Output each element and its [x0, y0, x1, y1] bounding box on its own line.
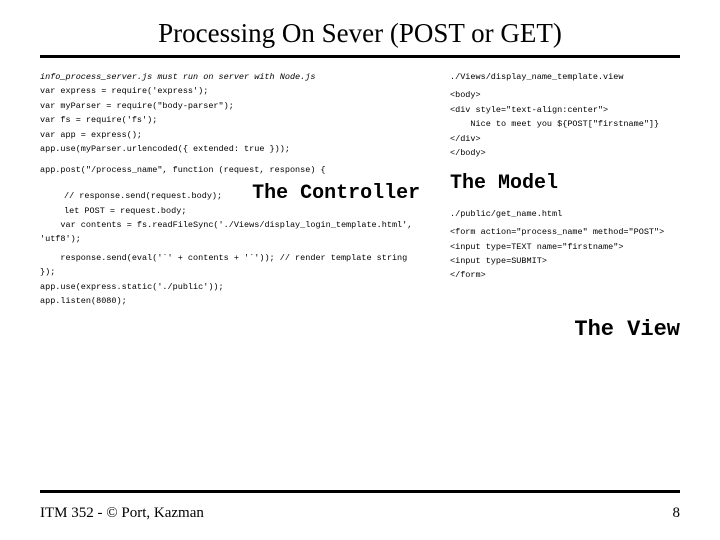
code-line: <div style="text-align:center"> [450, 103, 680, 117]
code-line: app.use(express.static('./public')); [40, 280, 440, 294]
title-underline [40, 55, 680, 58]
code-line: var app = express(); [40, 128, 440, 142]
controller-label: The Controller [252, 177, 420, 211]
code-line: </div> [450, 132, 680, 146]
code-line: <body> [450, 88, 680, 102]
right-column: ./Views/display_name_template.view <body… [450, 70, 680, 309]
code-line: <input type=TEXT name="firstname"> [450, 240, 680, 254]
server-file-header: info_process_server.js must run on serve… [40, 70, 440, 84]
code-line: app.listen(8080); [40, 294, 440, 308]
code-line: var contents = fs.readFileSync('./Views/… [40, 218, 440, 247]
code-line: var myParser = require("body-parser"); [40, 99, 440, 113]
slide-title: Processing On Sever (POST or GET) [40, 18, 680, 49]
code-line: }); [40, 265, 440, 279]
page-number: 8 [673, 505, 681, 522]
code-line: var fs = require('fs'); [40, 113, 440, 127]
footer: ITM 352 - © Port, Kazman 8 [40, 490, 680, 522]
code-line: // response.send(request.body); [40, 189, 222, 203]
code-line: app.use(myParser.urlencoded({ extended: … [40, 142, 440, 156]
code-line: let POST = request.body; [40, 204, 222, 218]
view-template-path: ./Views/display_name_template.view [450, 70, 680, 84]
view-label: The View [40, 317, 680, 342]
left-column: info_process_server.js must run on serve… [40, 70, 440, 309]
code-line: app.post("/process_name", function (requ… [40, 163, 440, 177]
code-line: Nice to meet you ${POST["firstname"]} [450, 117, 680, 131]
code-line: <input type=SUBMIT> [450, 254, 680, 268]
footer-credit: ITM 352 - © Port, Kazman [40, 505, 204, 522]
code-line: response.send(eval('`' + contents + '`')… [40, 251, 440, 265]
code-line: </form> [450, 268, 680, 282]
code-line: <form action="process_name" method="POST… [450, 225, 680, 239]
code-line: var express = require('express'); [40, 84, 440, 98]
content-area: info_process_server.js must run on serve… [40, 70, 680, 309]
model-label: The Model [450, 167, 680, 201]
public-html-path: ./public/get_name.html [450, 207, 680, 221]
footer-line [40, 490, 680, 493]
code-line: </body> [450, 146, 680, 160]
